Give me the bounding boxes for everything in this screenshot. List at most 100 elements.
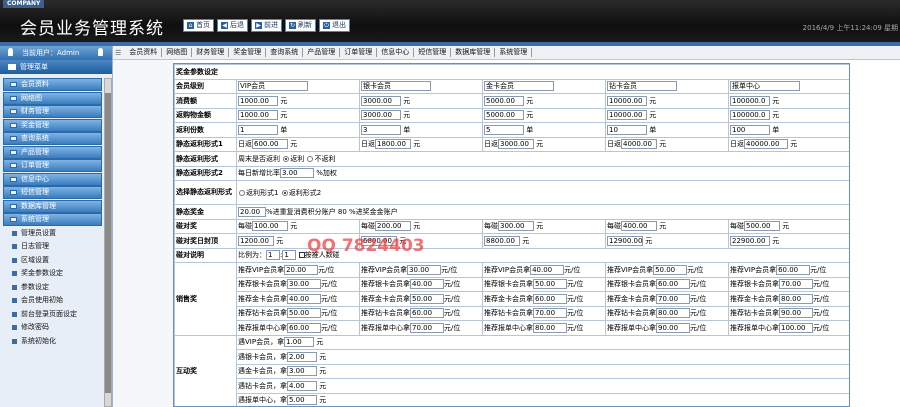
static1-field[interactable]: 40000.00	[744, 139, 788, 150]
static-bonus-field[interactable]: 20.00	[238, 206, 266, 217]
cap-field[interactable]: 22900.00	[730, 235, 770, 246]
sales-field[interactable]: 90.00	[779, 308, 813, 319]
sales-field[interactable]: 80.00	[656, 308, 690, 319]
no-rebate-radio[interactable]	[307, 155, 314, 162]
sales-field[interactable]: 60.00	[287, 322, 321, 333]
sidebar-item-messages[interactable]: 信息中心	[3, 172, 102, 186]
static1-field[interactable]: 1800.00	[375, 139, 411, 150]
sidebar-subitem-admin[interactable]: 管理员设置	[3, 227, 102, 241]
cap-field[interactable]: 12900.00	[607, 235, 643, 246]
logout-button[interactable]: ⏻ 退出	[319, 19, 350, 32]
tab-finance[interactable]: 财务管理	[192, 48, 230, 57]
cap-field[interactable]: 1200.00	[238, 235, 274, 246]
sidebar-item-sms[interactable]: 短信管理	[3, 186, 102, 199]
sales-field[interactable]: 60.00	[656, 279, 690, 290]
sidebar-subitem-member-init[interactable]: 会员使用初始	[3, 294, 102, 308]
sidebar-item-network[interactable]: 网络图	[3, 91, 102, 105]
sidebar-subitem-login-page[interactable]: 前台登录页面设定	[3, 308, 102, 322]
mutual-field[interactable]: 3.00	[287, 366, 317, 377]
mutual-field[interactable]: 4.00	[287, 380, 317, 391]
pair-field[interactable]: 400.00	[621, 221, 657, 232]
share-field[interactable]: 3	[361, 124, 401, 135]
pair-field[interactable]: 200.00	[375, 221, 411, 232]
level-field[interactable]: 银卡会员	[361, 81, 431, 92]
level-field[interactable]: 钻卡会员	[607, 81, 677, 92]
sales-field[interactable]: 50.00	[653, 264, 688, 275]
sales-field[interactable]: 30.00	[407, 264, 442, 275]
ratio-left-field[interactable]: 1	[266, 250, 280, 261]
repurchase-field[interactable]: 100000.0	[730, 110, 770, 121]
rebate-radio[interactable]	[283, 155, 290, 162]
sales-field[interactable]: 80.00	[779, 293, 813, 304]
repurchase-field[interactable]: 3000.00	[361, 110, 401, 121]
tab-query[interactable]: 查询系统	[266, 48, 304, 57]
sales-field[interactable]: 100.00	[779, 322, 813, 333]
pair-field[interactable]: 500.00	[744, 221, 780, 232]
consume-field[interactable]: 3000.00	[361, 95, 401, 106]
level-field[interactable]: 金卡会员	[484, 81, 554, 92]
mutual-field[interactable]: 2.00	[287, 351, 317, 362]
sales-field[interactable]: 70.00	[779, 279, 813, 290]
sidebar-item-finance[interactable]: 财务管理	[3, 105, 102, 118]
sales-field[interactable]: 40.00	[410, 279, 444, 290]
repurchase-field[interactable]: 5000.00	[484, 110, 524, 121]
sidebar-item-orders[interactable]: 订单管理	[3, 159, 102, 172]
home-button[interactable]: ⌂ 首页	[183, 19, 214, 32]
sidebar-scrollbar[interactable]	[104, 78, 112, 407]
sidebar-item-products[interactable]: 产品管理	[3, 145, 102, 159]
static1-field[interactable]: 600.00	[252, 139, 288, 150]
back-button[interactable]: ◀ 后退	[217, 19, 248, 32]
tab-sms[interactable]: 短信管理	[414, 48, 452, 57]
sales-field[interactable]: 80.00	[533, 322, 567, 333]
daily-rate-field[interactable]: 3.00	[280, 168, 314, 179]
sales-field[interactable]: 40.00	[287, 293, 321, 304]
tab-member-info[interactable]: 会员资料	[125, 48, 163, 57]
mutual-field[interactable]: 1.00	[284, 337, 315, 348]
sidebar-item-database[interactable]: 数据库管理	[3, 199, 102, 213]
share-field[interactable]: 100	[730, 124, 770, 135]
ratio-right-field[interactable]: 1	[282, 250, 297, 261]
pair-field[interactable]: 100.00	[252, 221, 288, 232]
sidebar-item-system[interactable]: 系统管理	[3, 213, 102, 226]
static1-field[interactable]: 3000.00	[498, 139, 534, 150]
tab-system[interactable]: 系统管理	[495, 48, 533, 57]
consume-field[interactable]: 10000.00	[607, 95, 647, 106]
tab-bonus[interactable]: 奖金管理	[229, 48, 267, 57]
sales-field[interactable]: 50.00	[410, 293, 444, 304]
share-field[interactable]: 1	[238, 124, 278, 135]
sales-field[interactable]: 60.00	[776, 264, 811, 275]
sales-field[interactable]: 40.00	[530, 264, 565, 275]
mode2-radio[interactable]	[281, 189, 288, 196]
tab-database[interactable]: 数据库管理	[451, 48, 496, 57]
share-field[interactable]: 10	[607, 124, 647, 135]
consume-field[interactable]: 100000.0	[730, 95, 770, 106]
pair-field[interactable]: 300.00	[498, 221, 534, 232]
refresh-button[interactable]: ↻ 刷新	[285, 19, 316, 32]
consume-field[interactable]: 1000.00	[238, 95, 278, 106]
static1-field[interactable]: 4000.00	[621, 139, 657, 150]
sidebar-subitem-logs[interactable]: 日志管理	[3, 240, 102, 254]
sidebar-subitem-system-init[interactable]: 系统初始化	[3, 335, 102, 349]
tab-products[interactable]: 产品管理	[303, 48, 341, 57]
sidebar-subitem-region[interactable]: 区域设置	[3, 254, 102, 268]
consume-field[interactable]: 5000.00	[484, 95, 524, 106]
level-field[interactable]: VIP会员	[238, 81, 308, 92]
sales-field[interactable]: 60.00	[533, 293, 567, 304]
sidebar-item-query[interactable]: 查询系统	[3, 132, 102, 145]
sidebar-subitem-password[interactable]: 修改密码	[3, 321, 102, 335]
sales-field[interactable]: 50.00	[533, 279, 567, 290]
sidebar-item-member-info[interactable]: 会员资料	[3, 78, 102, 91]
sales-field[interactable]: 70.00	[533, 308, 567, 319]
sidebar-item-bonus[interactable]: 奖金管理	[3, 118, 102, 132]
sales-field[interactable]: 90.00	[656, 322, 690, 333]
tab-orders[interactable]: 订单管理	[340, 48, 378, 57]
sales-field[interactable]: 20.00	[284, 264, 319, 275]
cap-field[interactable]: 8800.00	[484, 235, 520, 246]
sidebar-subitem-bonus-params[interactable]: 奖金参数设定	[3, 267, 102, 281]
sales-field[interactable]: 70.00	[410, 322, 444, 333]
forward-button[interactable]: ▶ 前进	[251, 19, 282, 32]
level-field[interactable]: 报单中心	[730, 81, 800, 92]
scrollbar-thumb[interactable]	[105, 93, 111, 393]
repurchase-field[interactable]: 1000.00	[238, 110, 278, 121]
tab-network[interactable]: 网络图	[162, 48, 193, 57]
